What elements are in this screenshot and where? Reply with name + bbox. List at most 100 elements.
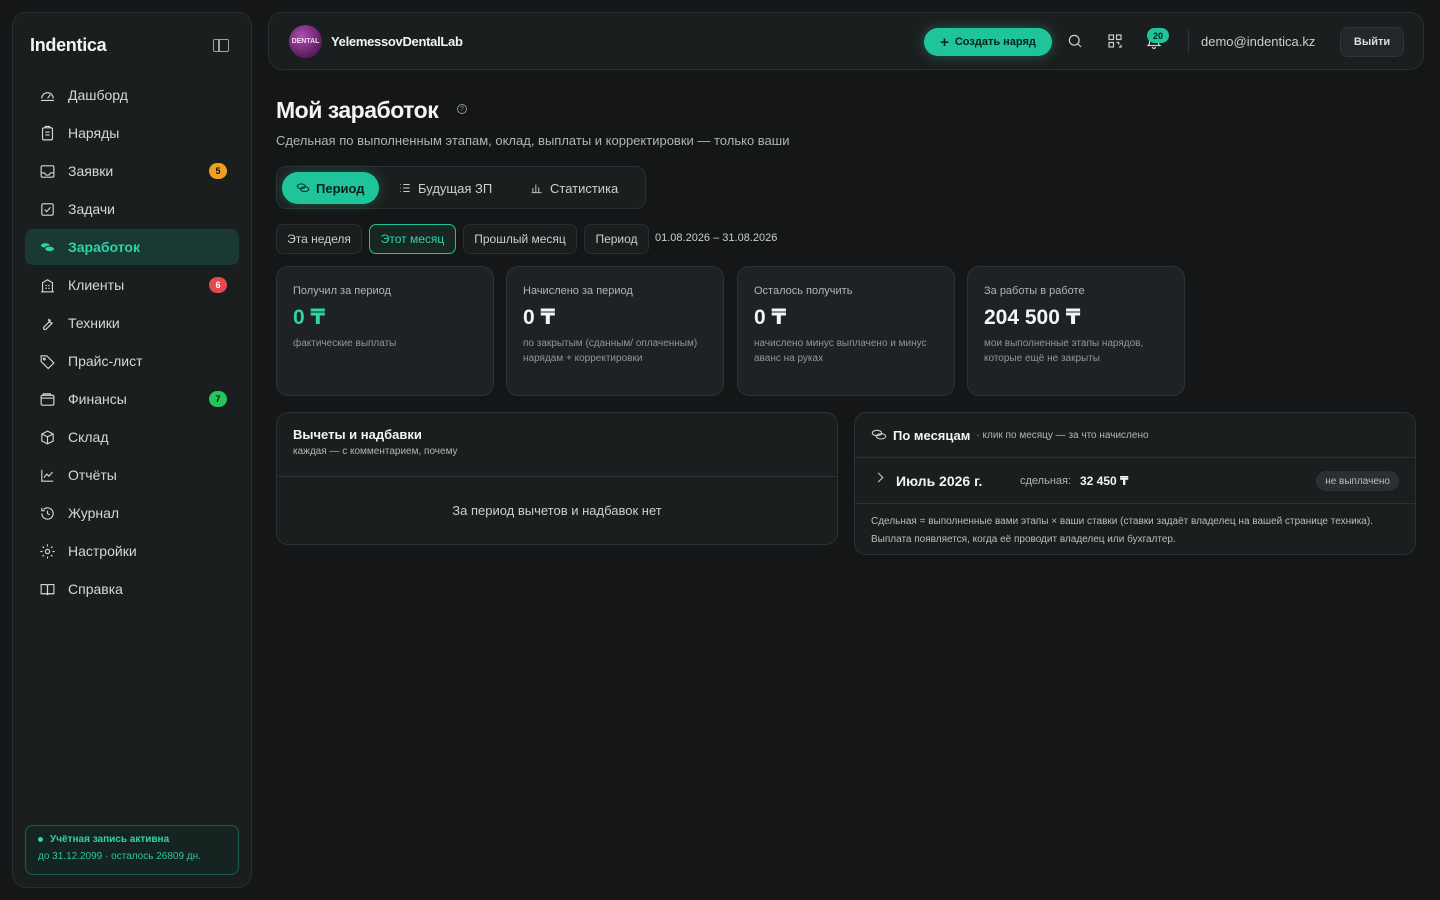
tab-label: Будущая ЗП (418, 180, 493, 196)
sidebar-item-label: Склад (68, 429, 109, 445)
page-subtitle: Сдельная по выполненным этапам, оклад, в… (276, 133, 790, 148)
bar-chart-icon (531, 184, 542, 194)
filter-custom-period[interactable]: Период (584, 224, 649, 254)
deductions-empty-message: За период вычетов и надбавок нет (452, 503, 662, 518)
sidebar-item-help[interactable]: Справка (25, 571, 239, 607)
lab-avatar[interactable]: DENTAL (289, 25, 322, 58)
tab-future-salary[interactable]: Будущая ЗП (398, 172, 492, 204)
help-icon[interactable]: ? (457, 104, 467, 114)
coins-icon (38, 238, 56, 256)
piece-rate-value: 32 450 ₸ (1080, 474, 1129, 488)
list-icon (400, 184, 410, 192)
sidebar-item-orders[interactable]: Наряды (25, 115, 239, 151)
finance-count-badge: 7 (209, 391, 227, 407)
monthly-explanation: Сдельная = выполненные вами этапы × ваши… (871, 516, 1373, 545)
qr-scan-icon[interactable] (1106, 32, 1124, 50)
stat-value: 204 500 ₸ (984, 306, 1081, 329)
earnings-tabs: Период Будущая ЗП Статистика (276, 166, 646, 209)
sidebar-item-label: Заявки (68, 163, 114, 179)
book-icon (38, 580, 56, 598)
sidebar-item-label: Техники (68, 315, 120, 331)
filter-this-month[interactable]: Этот месяц (369, 224, 456, 254)
clipboard-icon (38, 124, 56, 142)
status-badge: не выплачено (1316, 471, 1399, 491)
box-icon (38, 428, 56, 446)
monthly-header: По месяцам · клик по месяцу — за что нач… (855, 413, 1415, 458)
stat-value: 0 ₸ (523, 306, 556, 329)
sidebar-item-label: Прайс-лист (68, 353, 143, 369)
coins-icon (296, 183, 310, 192)
deductions-subtitle: каждая — с комментарием, почему (293, 446, 458, 457)
search-icon[interactable] (1066, 32, 1084, 50)
stat-card-received: Получил за период 0 ₸ фактические выплат… (276, 266, 494, 396)
sidebar-nav: Дашборд Наряды Заявки 5 Задачи Заработок… (25, 77, 239, 609)
stat-note: начислено минус выплачено и минус аванс … (754, 338, 927, 364)
chart-line-icon (38, 466, 56, 484)
sidebar-collapse-icon[interactable] (213, 39, 229, 52)
plus-icon: + (940, 33, 949, 51)
stat-label: Начислено за период (523, 285, 633, 297)
chevron-right-icon[interactable] (873, 472, 884, 483)
tab-label: Статистика (550, 180, 619, 196)
sidebar-item-technicians[interactable]: Техники (25, 305, 239, 341)
account-status: Учётная запись активна до 31.12.2099 · о… (25, 825, 239, 875)
tab-label: Период (316, 180, 365, 196)
stat-card-in-progress: За работы в работе 204 500 ₸ мои выполне… (967, 266, 1185, 396)
notifications-count-badge: 20 (1147, 28, 1169, 43)
checkbox-icon (38, 200, 56, 218)
dashboard-icon (38, 86, 56, 104)
header-divider (1188, 30, 1189, 54)
account-status-title: Учётная запись активна (38, 834, 226, 845)
stat-label: Осталось получить (754, 285, 853, 297)
user-email[interactable]: demo@indentica.kz (1201, 34, 1315, 49)
monthly-hint: · клик по месяцу — за что начислено (976, 429, 1149, 441)
deductions-panel: Вычеты и надбавки каждая — с комментарие… (276, 412, 838, 545)
date-range: 01.08.2026 – 31.08.2026 (655, 232, 778, 244)
sidebar-item-label: Клиенты (68, 277, 125, 293)
sidebar-item-warehouse[interactable]: Склад (25, 419, 239, 455)
monthly-title: По месяцам (893, 427, 971, 443)
sidebar-item-reports[interactable]: Отчёты (25, 457, 239, 493)
tab-statistics[interactable]: Статистика (530, 172, 618, 204)
deductions-title: Вычеты и надбавки (293, 427, 422, 442)
tab-period[interactable]: Период (282, 172, 379, 204)
sidebar-item-label: Справка (68, 581, 123, 597)
sidebar-item-journal[interactable]: Журнал (25, 495, 239, 531)
sidebar-item-dashboard[interactable]: Дашборд (25, 77, 239, 113)
sidebar-item-label: Заработок (68, 239, 140, 255)
top-header: DENTAL YelemessovDentalLab + Создать нар… (268, 12, 1424, 70)
sidebar-item-earnings[interactable]: Заработок (25, 229, 239, 265)
building-icon (38, 276, 56, 294)
create-order-button[interactable]: + Создать наряд (924, 28, 1052, 56)
sidebar-item-requests[interactable]: Заявки 5 (25, 153, 239, 189)
stat-label: Получил за период (293, 285, 391, 297)
wrench-icon (38, 314, 56, 332)
sidebar-item-label: Финансы (68, 391, 127, 407)
logout-button[interactable]: Выйти (1340, 27, 1404, 57)
lab-name[interactable]: YelemessovDentalLab (331, 34, 463, 49)
brand-logo[interactable]: Indentica (30, 35, 107, 56)
stat-card-accrued: Начислено за период 0 ₸ по закрытым (сда… (506, 266, 724, 396)
history-icon (38, 504, 56, 522)
filter-last-month[interactable]: Прошлый месяц (463, 224, 577, 254)
inbox-icon (38, 162, 56, 180)
stat-note: фактические выплаты (293, 338, 397, 349)
deductions-header: Вычеты и надбавки каждая — с комментарие… (277, 413, 837, 477)
sidebar-item-finance[interactable]: Финансы 7 (25, 381, 239, 417)
gear-icon (38, 542, 56, 560)
sidebar-item-clients[interactable]: Клиенты 6 (25, 267, 239, 303)
sidebar-item-pricelist[interactable]: Прайс-лист (25, 343, 239, 379)
month-row[interactable]: Июль 2026 г. сдельная: 32 450 ₸ не выпла… (855, 458, 1415, 504)
piece-rate-label: сдельная: (1020, 475, 1072, 487)
sidebar-item-label: Задачи (68, 201, 116, 217)
wallet-icon (38, 390, 56, 408)
sidebar: Indentica Дашборд Наряды Заявки 5 Задачи… (12, 12, 252, 888)
filter-this-week[interactable]: Эта неделя (276, 224, 362, 254)
sidebar-item-label: Наряды (68, 125, 120, 141)
stat-label: За работы в работе (984, 285, 1085, 297)
sidebar-item-tasks[interactable]: Задачи (25, 191, 239, 227)
stat-value: 0 ₸ (293, 306, 326, 329)
sidebar-item-settings[interactable]: Настройки (25, 533, 239, 569)
stat-note: мои выполненные этапы нарядов, которые е… (984, 338, 1144, 364)
create-order-label: Создать наряд (954, 36, 1036, 48)
